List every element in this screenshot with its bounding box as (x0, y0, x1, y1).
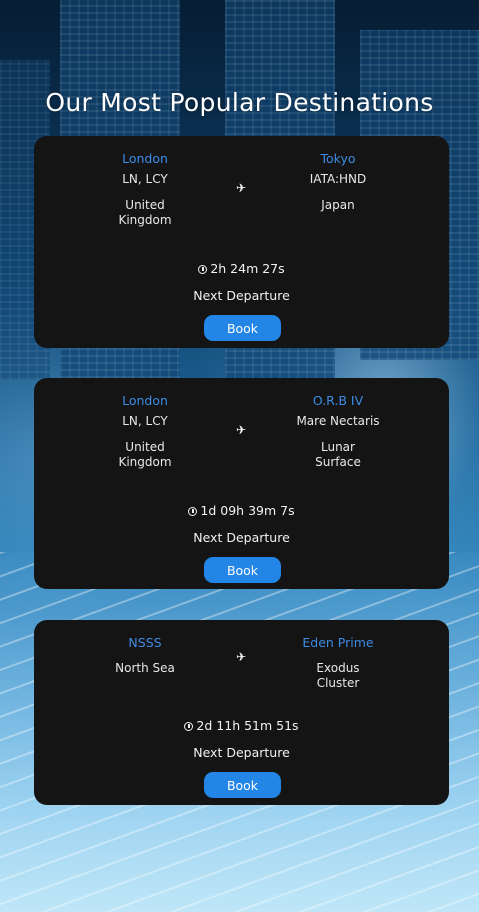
destination-name: Tokyo (320, 151, 356, 166)
destination-name: O.R.B IV (312, 393, 364, 408)
destination-card: London LN, LCY United Kingdom ✈ O.R.B IV… (34, 378, 449, 589)
origin-code: LN, LCY (122, 172, 168, 186)
destination-info: Tokyo IATA:HND Japan (263, 151, 413, 213)
book-button[interactable]: Book (204, 315, 281, 341)
origin-region: United Kingdom (118, 440, 172, 469)
origin-info: London LN, LCY United Kingdom (70, 151, 220, 228)
destination-card: NSSS North Sea ✈ Eden Prime Exodus Clust… (34, 620, 449, 805)
countdown: 2h 24m 27s (34, 261, 449, 276)
next-departure-label: Next Departure (193, 530, 290, 545)
origin-region: North Sea (115, 661, 175, 675)
page-title: Our Most Popular Destinations (45, 88, 434, 117)
origin-region: United Kingdom (118, 198, 172, 227)
countdown-text: 2h 24m 27s (210, 261, 285, 276)
next-departure-label: Next Departure (193, 288, 290, 303)
airplane-icon: ✈ (235, 181, 247, 195)
countdown: 1d 09h 39m 7s (34, 503, 449, 518)
destination-info: Eden Prime Exodus Cluster (263, 635, 413, 691)
origin-code: LN, LCY (122, 414, 168, 428)
airplane-icon: ✈ (235, 423, 247, 437)
countdown-text: 2d 11h 51m 51s (196, 718, 299, 733)
next-departure-label: Next Departure (193, 745, 290, 760)
destination-code: IATA:HND (309, 172, 367, 186)
origin-name: London (122, 393, 168, 408)
destination-region: Lunar Surface (315, 440, 361, 469)
destination-code: Mare Nectaris (296, 414, 380, 428)
countdown-text: 1d 09h 39m 7s (200, 503, 295, 518)
destination-region: Exodus Cluster (316, 661, 360, 690)
airplane-icon: ✈ (235, 650, 247, 664)
destination-card: London LN, LCY United Kingdom ✈ Tokyo IA… (34, 136, 449, 348)
origin-name: London (122, 151, 168, 166)
book-button[interactable]: Book (204, 557, 281, 583)
countdown: 2d 11h 51m 51s (34, 718, 449, 733)
origin-name: NSSS (128, 635, 162, 650)
destinations-section: Our Most Popular Destinations London LN,… (0, 0, 479, 912)
origin-info: London LN, LCY United Kingdom (70, 393, 220, 470)
destination-info: O.R.B IV Mare Nectaris Lunar Surface (263, 393, 413, 470)
clock-icon (198, 265, 208, 274)
destination-name: Eden Prime (302, 635, 374, 650)
clock-icon (184, 722, 194, 731)
destination-region: Japan (321, 198, 355, 212)
book-button[interactable]: Book (204, 772, 281, 798)
origin-info: NSSS North Sea (70, 635, 220, 676)
clock-icon (188, 507, 198, 516)
